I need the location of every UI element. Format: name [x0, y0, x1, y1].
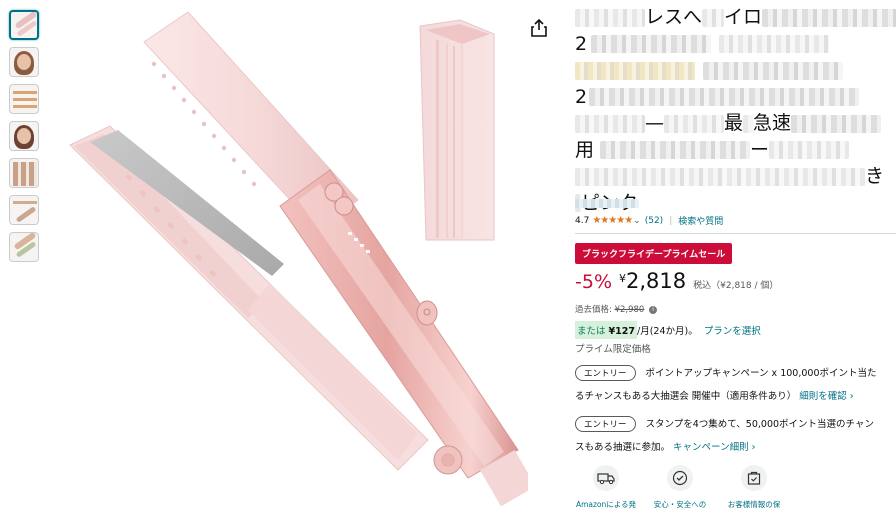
prime-only-price: プライム限定価格	[575, 344, 651, 355]
terms-link[interactable]: 細則を確認 ›	[799, 391, 853, 402]
thumbnail-3[interactable]	[9, 84, 39, 114]
monthly-prefix: または	[577, 326, 606, 337]
rating-count[interactable]: (52)	[645, 216, 663, 226]
feature-privacy[interactable]: お客様情報の保	[723, 465, 785, 510]
share-icon[interactable]	[530, 18, 548, 38]
main-product-image[interactable]	[58, 0, 536, 513]
divider	[575, 233, 896, 234]
thumbnail-5[interactable]	[9, 158, 39, 188]
brand-link[interactable]	[575, 198, 639, 210]
thumbnail-7[interactable]	[9, 232, 39, 262]
entry-button[interactable]: エントリー	[575, 416, 636, 432]
support-bag-icon	[741, 465, 767, 491]
thumbnail-2[interactable]	[9, 47, 39, 77]
thumbnail-4[interactable]	[9, 121, 39, 151]
search-questions-link[interactable]: 検索や質問	[678, 214, 723, 227]
promo-1: エントリー ポイントアップキャンペーン x 100,000ポイント当た るチャンス…	[575, 365, 877, 402]
discount-percent: -5%	[575, 271, 612, 293]
deal-badge: ブラックフライデープライムセール	[575, 243, 733, 264]
currency-symbol: ¥	[619, 272, 626, 285]
info-icon[interactable]: i	[649, 305, 658, 314]
feature-safety[interactable]: 安心・安全への	[649, 465, 711, 510]
delivery-truck-icon	[593, 465, 619, 491]
thumbnail-6[interactable]	[9, 195, 39, 225]
price-amount: 2,818	[626, 269, 687, 293]
safety-badge-icon	[667, 465, 693, 491]
product-details: レスへイロ 2 2 —最急速 用ー き ピンク 4.7 ★★★★★ ⌄ (52)…	[575, 0, 896, 513]
monthly-payment: または ¥127 /月(24か月)。 プランを選択	[575, 321, 761, 339]
chevron-down-icon[interactable]: ⌄	[633, 216, 641, 226]
price-tax-note: 税込（¥2,818 / 個）	[693, 281, 779, 291]
star-rating-icon[interactable]: ★★★★★	[592, 215, 633, 226]
feature-amazon-delivery[interactable]: Amazonによる発	[575, 465, 637, 510]
promo-2: エントリー スタンプを4つ集めて、50,000ポイント当選のチャン スもある抽選に…	[575, 416, 874, 453]
past-price-value: ¥2,980	[614, 305, 645, 315]
rating-row: 4.7 ★★★★★ ⌄ (52) | 検索や質問	[575, 214, 723, 227]
rating-value: 4.7	[575, 215, 590, 226]
price-row: -5% ¥ 2,818 税込（¥2,818 / 個）	[575, 269, 778, 293]
select-plan-link[interactable]: プランを選択	[704, 323, 761, 337]
campaign-terms-link[interactable]: キャンペーン細則 ›	[673, 442, 755, 453]
thumbnail-1[interactable]	[9, 10, 39, 40]
separator: |	[669, 215, 673, 226]
thumbnail-list	[9, 10, 41, 269]
monthly-suffix: /月(24か月)。	[637, 326, 698, 337]
product-title: レスへイロ 2 2 —最急速 用ー き ピンク	[575, 4, 896, 216]
protective-cap	[419, 19, 495, 241]
past-price: 過去価格: ¥2,980 i	[575, 303, 658, 315]
monthly-amount: ¥127	[608, 326, 635, 337]
feature-badges: Amazonによる発 安心・安全への お客様情報の保	[575, 465, 785, 510]
hair-straightener-illustration	[69, 11, 536, 507]
entry-button[interactable]: エントリー	[575, 365, 636, 381]
